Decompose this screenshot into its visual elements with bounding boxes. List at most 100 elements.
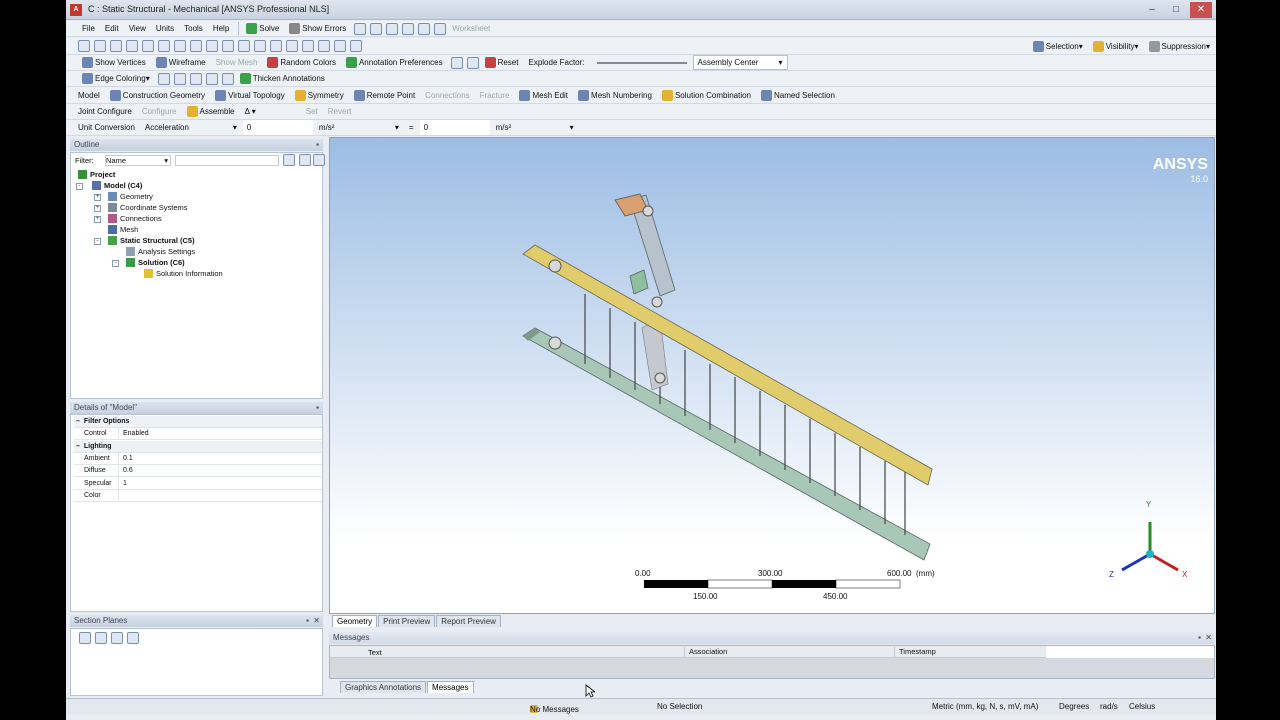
suppression-dropdown[interactable]: Suppression ▾: [1145, 39, 1215, 54]
tree-item-coordinate-systems[interactable]: Coordinate Systems: [108, 203, 188, 212]
collapse-tree-icon[interactable]: [299, 154, 311, 166]
pin-icon[interactable]: ▪: [1198, 632, 1201, 644]
edge-style-icon[interactable]: [157, 72, 170, 85]
tree-item-solution-information[interactable]: Solution Information: [144, 269, 223, 278]
set-button[interactable]: Set: [302, 104, 322, 119]
next-view-icon[interactable]: [318, 40, 330, 52]
connections-button[interactable]: Connections: [421, 88, 473, 103]
revert-button[interactable]: Revert: [324, 104, 356, 119]
tree-item-model[interactable]: Model (C4): [92, 181, 142, 190]
tree-item-solution[interactable]: Solution (C6): [126, 258, 185, 267]
col-text[interactable]: Text: [368, 648, 382, 657]
col-association[interactable]: Association: [684, 647, 727, 657]
edge-style-icon[interactable]: [189, 72, 202, 85]
toolbar-icon[interactable]: [370, 22, 383, 35]
details-row-control[interactable]: Control Enabled: [74, 428, 322, 440]
details-row-ambient[interactable]: Ambient 0.1: [74, 453, 322, 465]
pin-icon[interactable]: ▪: [316, 402, 319, 414]
explode-icon[interactable]: [466, 56, 479, 69]
configure-button[interactable]: Configure: [138, 104, 181, 119]
edge-style-icon[interactable]: [173, 72, 186, 85]
rotate-icon[interactable]: [206, 40, 218, 52]
selection-dropdown[interactable]: Selection ▾: [1029, 39, 1087, 54]
show-vertices-button[interactable]: Show Vertices: [78, 55, 150, 70]
toolbar-icon[interactable]: [354, 22, 367, 35]
body-select-icon[interactable]: [142, 40, 154, 52]
delete-section-plane-icon[interactable]: [111, 632, 123, 644]
menu-view[interactable]: View: [125, 21, 150, 36]
show-errors-button[interactable]: Show Errors: [285, 21, 350, 36]
edit-section-plane-icon[interactable]: [95, 632, 107, 644]
previous-view-icon[interactable]: [302, 40, 314, 52]
edge-select-icon[interactable]: [110, 40, 122, 52]
reset-button[interactable]: Reset: [481, 55, 523, 70]
menu-edit[interactable]: Edit: [101, 21, 123, 36]
delta-dropdown[interactable]: Δ ▾: [241, 104, 260, 119]
virtual-topology-button[interactable]: Virtual Topology: [211, 88, 289, 103]
tree-options-icon[interactable]: [313, 154, 325, 166]
menu-help[interactable]: Help: [209, 21, 233, 36]
menu-file[interactable]: File: [78, 21, 99, 36]
zoom-icon[interactable]: [238, 40, 250, 52]
assembly-center-dropdown[interactable]: Assembly Center ▾: [692, 55, 788, 70]
new-section-plane-icon[interactable]: [79, 632, 91, 644]
random-colors-button[interactable]: Random Colors: [263, 55, 340, 70]
collapse-toggle[interactable]: -: [76, 183, 83, 190]
pin-icon[interactable]: ▪: [306, 615, 309, 627]
explode-icon[interactable]: [450, 56, 463, 69]
edge-style-icon[interactable]: [205, 72, 218, 85]
remote-point-button[interactable]: Remote Point: [350, 88, 419, 103]
expand-toggle[interactable]: +: [94, 216, 101, 223]
filter-dropdown[interactable]: Name ▾: [105, 155, 171, 166]
show-mesh-button[interactable]: Show Mesh: [212, 55, 262, 70]
filter-options-group[interactable]: – Filter Options: [74, 416, 322, 428]
annotation-preferences-button[interactable]: Annotation Preferences: [342, 55, 447, 70]
tab-graphics-annotations[interactable]: Graphics Annotations: [340, 681, 427, 693]
clipboard-icon[interactable]: [190, 40, 202, 52]
toolbar-icon[interactable]: [418, 22, 431, 35]
details-row-color[interactable]: Color: [74, 490, 322, 502]
maximize-button[interactable]: □: [1166, 2, 1186, 18]
select-mode-icon[interactable]: [78, 40, 90, 52]
mesh-edit-button[interactable]: Mesh Edit: [515, 88, 572, 103]
status-unit-system[interactable]: Metric (mm, kg, N, s, mV, mA): [932, 702, 1038, 711]
menu-tools[interactable]: Tools: [180, 21, 207, 36]
solution-combination-button[interactable]: Solution Combination: [658, 88, 755, 103]
assemble-button[interactable]: Assemble: [183, 104, 239, 119]
unit2-dropdown[interactable]: m/s² ▾: [492, 120, 578, 135]
tab-messages[interactable]: Messages: [427, 681, 474, 693]
menu-units[interactable]: Units: [152, 21, 178, 36]
tree-item-geometry[interactable]: Geometry: [108, 192, 153, 201]
filter-search-input[interactable]: [175, 155, 279, 166]
minimize-button[interactable]: –: [1142, 2, 1162, 18]
construction-geometry-button[interactable]: Construction Geometry: [106, 88, 209, 103]
tab-geometry[interactable]: Geometry: [332, 615, 378, 627]
collapse-toggle[interactable]: -: [112, 260, 119, 267]
details-row-diffuse[interactable]: Diffuse 0.6: [74, 465, 322, 477]
fracture-button[interactable]: Fracture: [476, 88, 514, 103]
tree-item-project[interactable]: Project: [78, 170, 115, 179]
tab-report-preview[interactable]: Report Preview: [436, 615, 501, 627]
box-zoom-icon[interactable]: [254, 40, 266, 52]
tree-item-static-structural[interactable]: Static Structural (C5): [108, 236, 195, 245]
viewport-layout-icon[interactable]: [350, 40, 362, 52]
lighting-group[interactable]: – Lighting: [74, 441, 322, 453]
face-select-icon[interactable]: [126, 40, 138, 52]
wireframe-button[interactable]: Wireframe: [152, 55, 210, 70]
zoom-fit-icon[interactable]: [270, 40, 282, 52]
status-rate-unit[interactable]: rad/s: [1100, 702, 1118, 711]
iso-view-icon[interactable]: [334, 40, 346, 52]
collapse-toggle[interactable]: -: [94, 238, 101, 245]
edge-style-icon[interactable]: [221, 72, 234, 85]
value2-input[interactable]: 0: [419, 120, 490, 135]
explode-factor-slider[interactable]: [596, 61, 687, 64]
graphics-viewport[interactable]: ANSYS 16.0 0.00 300.00 600.00 (mm) 150.0…: [329, 137, 1215, 614]
expand-tree-icon[interactable]: [283, 154, 295, 166]
close-window-button[interactable]: ✕: [1190, 2, 1212, 18]
pan-icon[interactable]: [222, 40, 234, 52]
quantity-dropdown[interactable]: Acceleration ▾: [141, 120, 241, 135]
edge-coloring-button[interactable]: Edge Coloring ▾: [78, 71, 154, 86]
details-row-specular[interactable]: Specular 1: [74, 478, 322, 490]
expand-toggle[interactable]: +: [94, 194, 101, 201]
close-icon[interactable]: ✕: [313, 615, 320, 627]
